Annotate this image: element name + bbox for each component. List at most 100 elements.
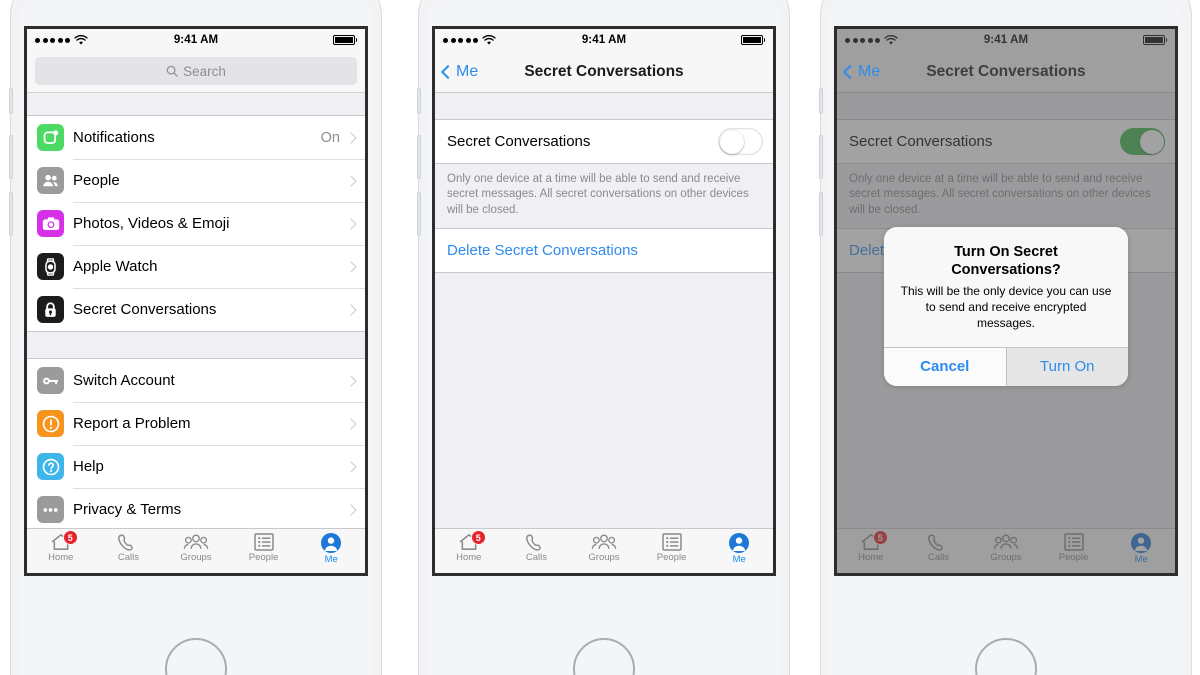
groups-icon: [183, 534, 209, 549]
turn-on-button[interactable]: Turn On: [1006, 347, 1128, 386]
row-switch-account[interactable]: Switch Account: [27, 359, 365, 402]
chevron-right-icon: [345, 417, 357, 430]
apple-watch-icon: [37, 253, 64, 280]
chevron-right-icon: [345, 460, 357, 473]
mute-switch[interactable]: [417, 88, 421, 114]
volume-down-button[interactable]: [819, 192, 823, 236]
row-value: On: [320, 129, 340, 146]
list-icon: [253, 533, 274, 551]
key-icon: [37, 367, 64, 394]
tab-calls[interactable]: Calls: [95, 533, 163, 563]
chevron-right-icon: [345, 217, 357, 230]
row-label: Notifications: [73, 129, 155, 146]
tab-label: Home: [456, 552, 482, 563]
tab-me[interactable]: Me: [705, 533, 773, 565]
row-label: Photos, Videos & Emoji: [73, 215, 230, 232]
row-secret-conversations[interactable]: Secret Conversations: [27, 288, 365, 331]
home-badge: 5: [62, 530, 78, 545]
volume-down-button[interactable]: [9, 192, 13, 236]
back-button[interactable]: Me: [440, 63, 478, 81]
status-bar: 9:41 AM: [435, 29, 773, 51]
delete-secret-conversations-button[interactable]: Delete Secret Conversations: [435, 229, 773, 273]
secret-conversations-table: Secret Conversations Only one device at …: [435, 93, 773, 573]
chevron-left-icon: [842, 64, 858, 79]
row-apple-watch[interactable]: Apple Watch: [27, 245, 365, 288]
exclamation-icon: [37, 410, 64, 437]
camera-icon: [37, 210, 64, 237]
lock-icon: [37, 296, 64, 323]
tab-label: Groups: [588, 552, 620, 563]
phone-2: 9:41 AM Me Secret Conversations Secret C…: [417, 0, 790, 675]
volume-up-button[interactable]: [9, 135, 13, 179]
search-bar-container: Search: [27, 51, 365, 93]
search-input[interactable]: Search: [35, 57, 357, 85]
tab-me[interactable]: Me: [297, 533, 365, 565]
row-label: Report a Problem: [73, 415, 191, 432]
turn-on-secret-conversations-alert: Turn On Secret Conversations? This will …: [884, 227, 1128, 386]
avatar-icon: [729, 533, 750, 553]
nav-bar: Me Secret Conversations: [435, 51, 773, 93]
tab-label: Calls: [525, 552, 547, 563]
tab-label: People: [248, 552, 279, 563]
toggle-group: Secret Conversations: [435, 119, 773, 164]
row-label: People: [73, 172, 120, 189]
row-privacy-terms[interactable]: Privacy & Terms: [27, 488, 365, 531]
tab-groups[interactable]: Groups: [162, 533, 230, 563]
status-bar: 9:41 AM: [27, 29, 365, 51]
tab-groups[interactable]: Groups: [570, 533, 638, 563]
search-icon: [166, 65, 178, 77]
settings-group-2: Switch Account Report a Problem Help Pri…: [27, 358, 365, 532]
chevron-right-icon: [345, 303, 357, 316]
table-gap-top: [27, 93, 365, 115]
row-report-a-problem[interactable]: Report a Problem: [27, 402, 365, 445]
status-bar-time: 9:41 AM: [581, 34, 627, 46]
chevron-right-icon: [345, 260, 357, 273]
row-help[interactable]: Help: [27, 445, 365, 488]
tab-label: Calls: [117, 552, 139, 563]
delete-group: Delete Secret Conversations: [435, 228, 773, 274]
settings-table: Notifications On People Photos, Videos &…: [27, 93, 365, 573]
volume-down-button[interactable]: [417, 192, 421, 236]
screenshot-stage: 9:41 AM Search Notifications On People P…: [0, 0, 1200, 675]
back-label: Me: [858, 62, 881, 80]
back-button[interactable]: Me: [842, 62, 881, 81]
tab-home[interactable]: 5 Home: [435, 530, 503, 563]
settings-group-1: Notifications On People Photos, Videos &…: [27, 115, 365, 332]
row-label: Secret Conversations: [447, 133, 591, 150]
footer-note: Only one device at a time will be able t…: [435, 164, 773, 229]
tab-label: Me: [324, 554, 338, 565]
notifications-icon: [37, 124, 64, 151]
volume-up-button[interactable]: [417, 135, 421, 179]
row-label: Help: [73, 458, 104, 475]
phone-icon: [526, 534, 541, 551]
chevron-left-icon: [440, 64, 456, 79]
list-icon: [661, 533, 682, 551]
tab-label: Groups: [180, 552, 212, 563]
table-gap-top: [435, 93, 773, 119]
chevron-right-icon: [345, 374, 357, 387]
mute-switch[interactable]: [819, 88, 823, 114]
chevron-right-icon: [345, 503, 357, 516]
tab-label: Home: [48, 552, 74, 563]
phone-3: 9:41 AM Me Secret Conversations Secret C…: [819, 0, 1192, 675]
people-icon: [37, 167, 64, 194]
alert-message: This will be the only device you can use…: [900, 284, 1112, 330]
tab-calls[interactable]: Calls: [503, 533, 571, 563]
tab-people[interactable]: People: [230, 533, 298, 563]
toggle-knob: [719, 129, 744, 154]
ellipsis-icon: [37, 496, 64, 523]
row-secret-conversations-toggle[interactable]: Secret Conversations: [435, 120, 773, 163]
row-notifications[interactable]: Notifications On: [27, 116, 365, 159]
row-people[interactable]: People: [27, 159, 365, 202]
cancel-button[interactable]: Cancel: [884, 347, 1007, 386]
secret-conversations-toggle[interactable]: [718, 128, 763, 155]
mute-switch[interactable]: [9, 88, 13, 114]
volume-up-button[interactable]: [819, 135, 823, 179]
row-photos-videos-emoji[interactable]: Photos, Videos & Emoji: [27, 202, 365, 245]
phone-1-screen: 9:41 AM Search Notifications On People P…: [24, 26, 368, 576]
tab-people[interactable]: People: [638, 533, 706, 563]
tab-label: Me: [732, 554, 746, 565]
tab-bar: 5 Home Calls Groups People Me: [435, 528, 773, 573]
tab-home[interactable]: 5 Home: [27, 530, 95, 563]
tab-label: People: [656, 552, 687, 563]
